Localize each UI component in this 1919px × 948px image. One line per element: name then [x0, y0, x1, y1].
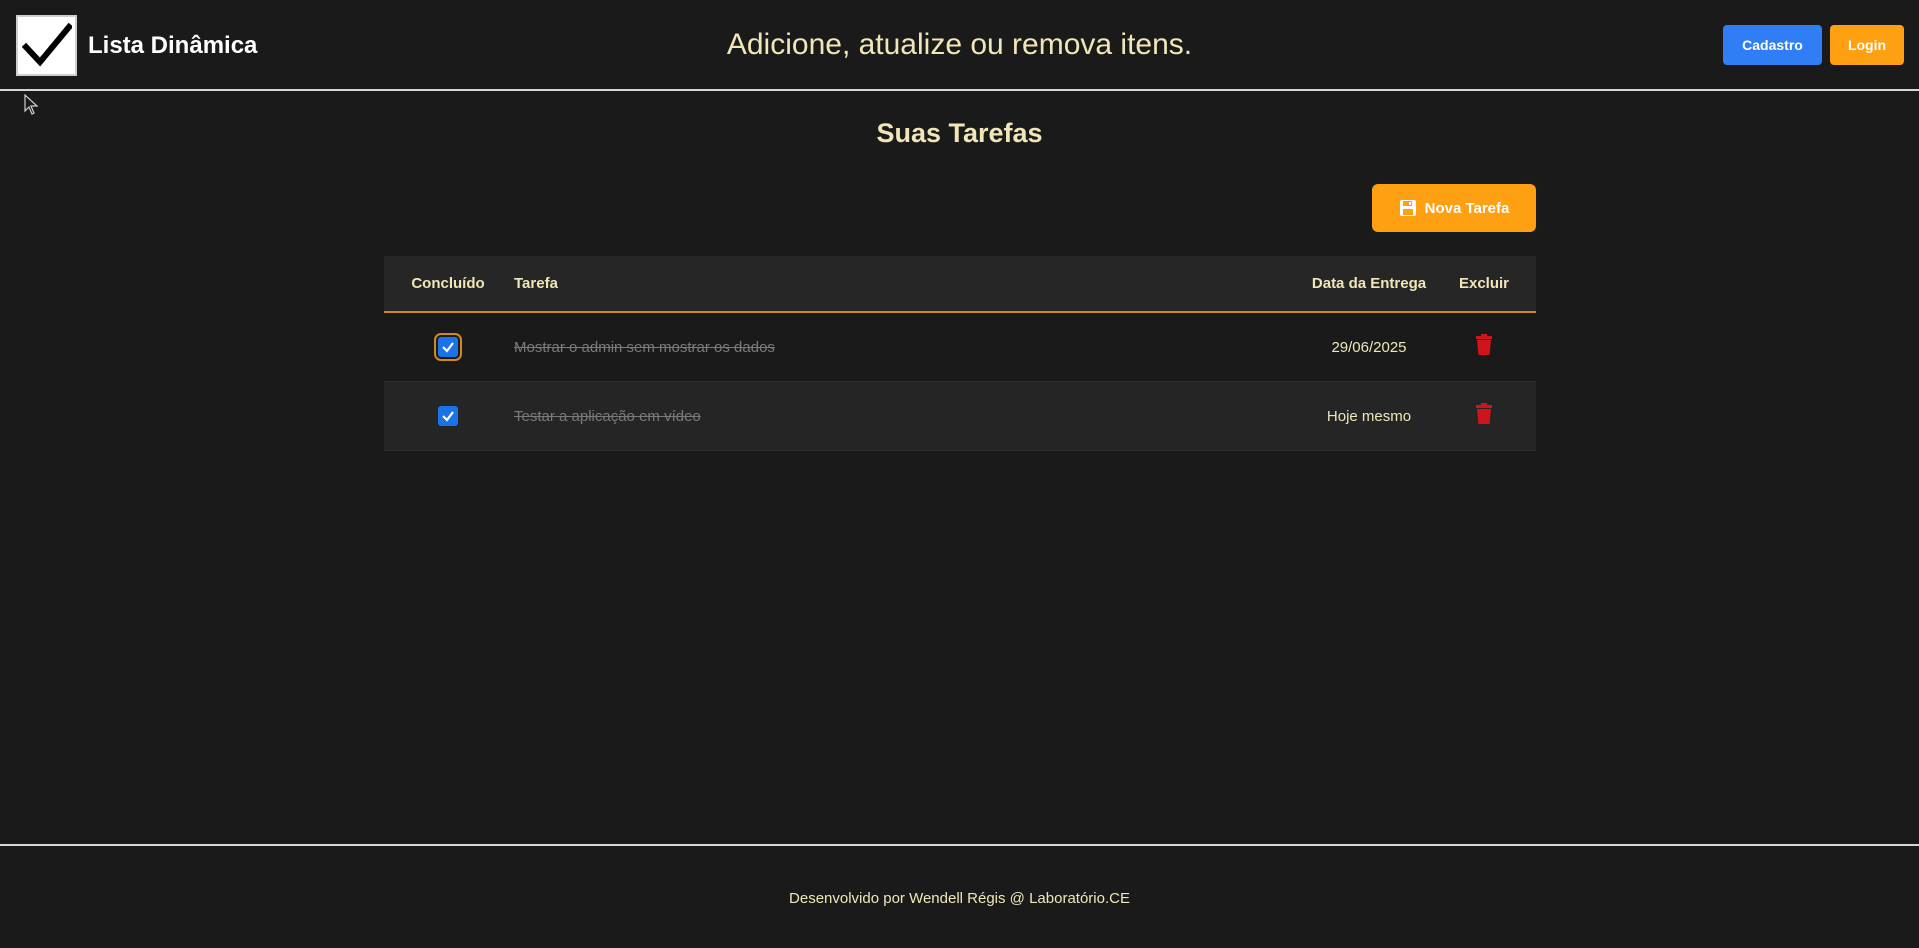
- check-icon: [442, 410, 454, 422]
- mouse-cursor-icon: [24, 94, 39, 115]
- header-date: Data da Entrega: [1311, 275, 1427, 292]
- header-delete: Excluir: [1458, 275, 1510, 292]
- trash-icon[interactable]: [1475, 403, 1493, 425]
- page-title: Suas Tarefas: [876, 118, 1043, 148]
- task-text: Testar a aplicação em vídeo: [514, 407, 701, 425]
- done-checkbox[interactable]: [438, 405, 458, 426]
- login-button[interactable]: Login: [1830, 25, 1904, 65]
- done-cell: [384, 332, 512, 361]
- check-icon: [442, 341, 454, 353]
- delete-cell: [1432, 334, 1536, 360]
- due-date: 29/06/2025: [1331, 338, 1407, 356]
- delete-cell: [1432, 403, 1536, 429]
- done-checkbox[interactable]: [434, 332, 462, 361]
- cadastro-button[interactable]: Cadastro: [1723, 25, 1822, 65]
- new-task-button[interactable]: Nova Tarefa: [1372, 184, 1536, 232]
- top-header: Lista Dinâmica Adicione, atualize ou rem…: [0, 0, 1919, 91]
- task-text: Mostrar o admin sem mostrar os dados: [514, 338, 775, 356]
- header-done: Concluído: [411, 275, 485, 292]
- trash-icon[interactable]: [1475, 334, 1493, 356]
- table-row: Mostrar o admin sem mostrar os dados 29/…: [384, 313, 1536, 382]
- footer: Desenvolvido por Wendell Régis @ Laborat…: [0, 844, 1919, 948]
- header-tagline: Adicione, atualize ou remova itens.: [726, 28, 1193, 61]
- table-row: Testar a aplicação em vídeo Hoje mesmo: [384, 382, 1536, 451]
- new-task-label: Nova Tarefa: [1424, 199, 1510, 217]
- task-table: Concluído Tarefa Data da Entrega Excluir…: [384, 256, 1536, 451]
- done-cell: [384, 405, 512, 427]
- table-header: Concluído Tarefa Data da Entrega Excluir: [384, 256, 1536, 313]
- floppy-disk-icon: [1399, 200, 1416, 216]
- header-task: Tarefa: [514, 275, 558, 292]
- footer-credit: Desenvolvido por Wendell Régis @ Laborat…: [789, 890, 1130, 907]
- due-date: Hoje mesmo: [1326, 407, 1412, 425]
